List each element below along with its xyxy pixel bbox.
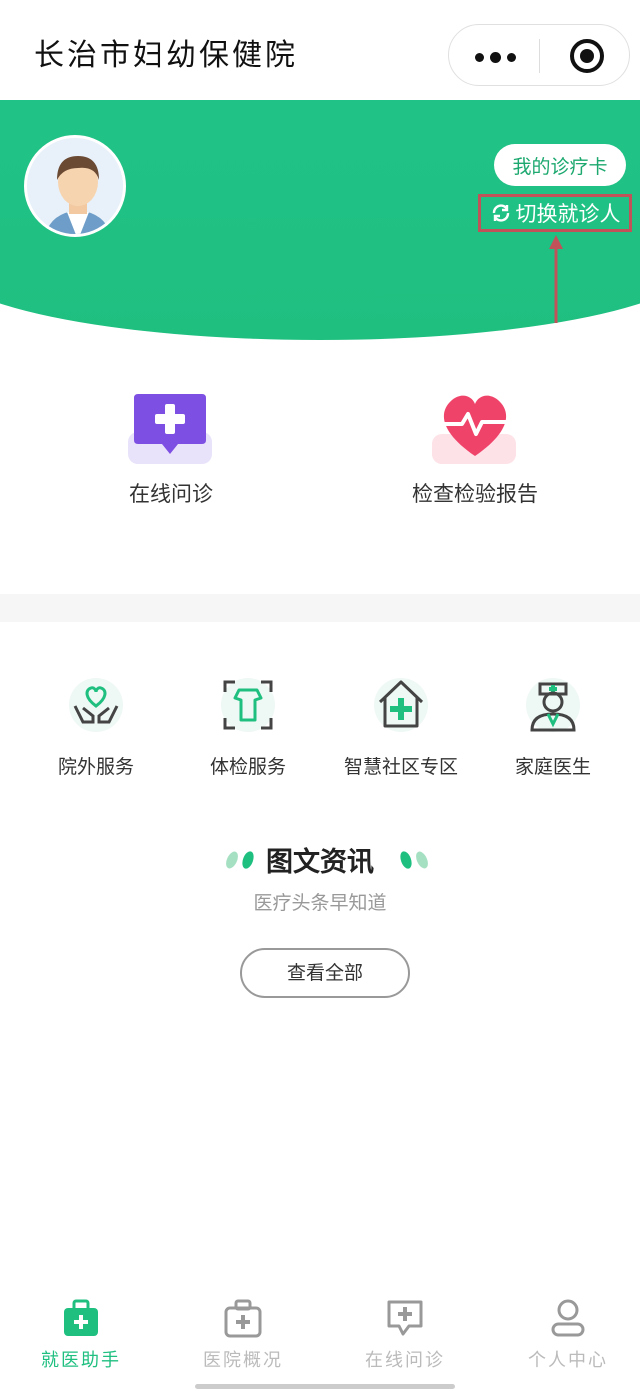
app-title: 长治市妇幼保健院 xyxy=(34,38,298,73)
body-scan-icon xyxy=(221,678,275,732)
heart-pulse-icon xyxy=(432,395,516,464)
top-bar: 长治市妇幼保健院 xyxy=(0,0,640,100)
outpatient-service-label: 院外服务 xyxy=(57,756,134,778)
capsule-divider xyxy=(539,39,540,73)
family-doctor-label: 家庭医生 xyxy=(514,756,591,778)
news-title: 图文资讯 xyxy=(266,847,374,878)
online-consult-tile[interactable]: 在线问诊 xyxy=(96,388,246,508)
profile-header: 我的诊疗卡 切换就诊人 xyxy=(0,100,640,340)
smart-community-item[interactable]: 智慧社区专区 xyxy=(326,676,476,779)
leaf-right-icon xyxy=(400,851,428,869)
smart-community-label: 智慧社区专区 xyxy=(343,756,458,778)
outpatient-service-item[interactable]: 院外服务 xyxy=(21,676,171,779)
bottom-tab-bar: 就医助手 医院概况 在线问诊 个人中心 xyxy=(0,1290,640,1391)
consult-icon xyxy=(387,1300,423,1336)
user-icon xyxy=(551,1299,585,1337)
tab-medical-assistant[interactable]: 就医助手 xyxy=(31,1298,131,1372)
tab-label: 个人中心 xyxy=(528,1350,608,1371)
switch-patient-label: 切换就诊人 xyxy=(515,202,621,226)
physical-exam-label: 体检服务 xyxy=(209,756,286,778)
avatar[interactable] xyxy=(24,135,126,237)
tab-label: 医院概况 xyxy=(203,1350,283,1371)
annotation-arrow-icon xyxy=(549,235,563,323)
doctor-icon xyxy=(526,678,580,732)
refresh-icon xyxy=(492,204,509,222)
home-indicator xyxy=(195,1384,455,1389)
community-house-icon xyxy=(374,678,428,732)
close-mini-program-icon[interactable] xyxy=(570,39,604,73)
tab-personal-center[interactable]: 个人中心 xyxy=(518,1298,618,1372)
exam-report-tile[interactable]: 检查检验报告 xyxy=(400,388,550,508)
switch-patient-button[interactable]: 切换就诊人 xyxy=(478,194,632,232)
hospital-kit-icon xyxy=(224,1299,262,1338)
exam-report-label: 检查检验报告 xyxy=(412,482,538,506)
news-subtitle: 医疗头条早知道 xyxy=(253,892,387,914)
chat-plus-icon xyxy=(128,394,212,464)
tab-online-consult[interactable]: 在线问诊 xyxy=(355,1298,455,1372)
more-icon[interactable] xyxy=(475,52,516,63)
section-divider xyxy=(0,594,640,622)
tab-hospital-overview[interactable]: 医院概况 xyxy=(193,1298,293,1372)
mini-program-capsule xyxy=(448,24,630,86)
page: 长治市妇幼保健院 我的诊疗卡 切换就诊人 在线问诊 检查检验报告 院外服务 体检… xyxy=(0,0,640,1391)
view-all-button[interactable]: 查看全部 xyxy=(240,948,410,998)
tab-label: 在线问诊 xyxy=(365,1350,445,1371)
heart-hands-icon xyxy=(69,678,123,732)
medical-kit-icon xyxy=(64,1299,98,1336)
family-doctor-item[interactable]: 家庭医生 xyxy=(478,676,628,779)
my-medical-card-button[interactable]: 我的诊疗卡 xyxy=(494,144,626,186)
tab-label: 就医助手 xyxy=(41,1350,121,1371)
online-consult-label: 在线问诊 xyxy=(129,482,213,506)
physical-exam-item[interactable]: 体检服务 xyxy=(173,676,323,779)
